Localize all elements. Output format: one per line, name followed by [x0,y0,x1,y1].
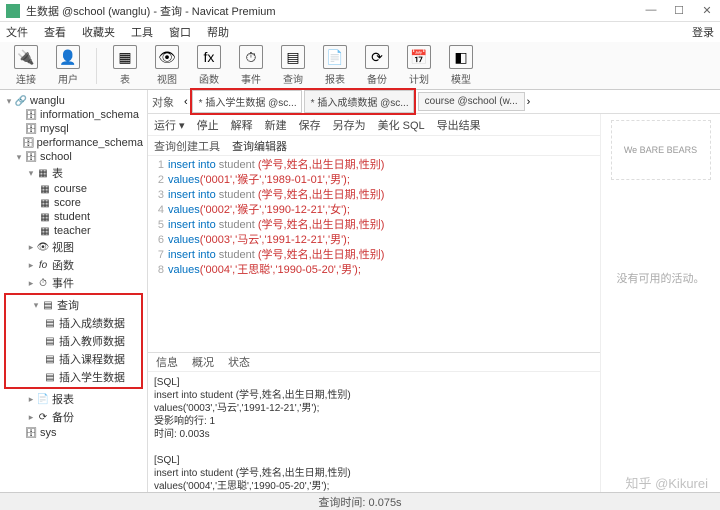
tree-query-item[interactable]: ▤插入成绩数据 [7,314,140,332]
no-activity-label: 没有可用的活动。 [617,270,705,286]
maximize-button[interactable]: ☐ [672,4,686,17]
app-icon [6,4,20,18]
query-toolbar: 运行 ▾ 停止解释新建保存另存为美化 SQL 导出结果 [148,114,600,136]
tool-计划[interactable]: 📅计划 [401,45,437,86]
tree-db[interactable]: 🗄information_schema [2,108,145,122]
tab-info[interactable]: 信息 [156,354,178,370]
menu-favorites[interactable]: 收藏夹 [82,24,115,40]
highlight-tabs: * 插入学生数据 @sc... * 插入成绩数据 @sc... [190,88,416,115]
tree-query-item[interactable]: ▤插入学生数据 [7,368,140,386]
main-toolbar: 🔌连接👤用户 ▦表👁视图fx函数⏱事件▤查询📄报表⟳备份📅计划◧模型 [0,42,720,90]
tool-查询[interactable]: ▤查询 [275,45,311,86]
content-area: 对象 ‹ * 插入学生数据 @sc... * 插入成绩数据 @sc... cou… [148,90,720,492]
activity-panel: We BARE BEARS 没有可用的活动。 [600,114,720,492]
action-运行 ▾[interactable]: 运行 ▾ [154,117,185,133]
tool-函数[interactable]: fx函数 [191,45,227,86]
menu-file[interactable]: 文件 [6,24,28,40]
tab-insert-student[interactable]: * 插入学生数据 @sc... [192,90,302,113]
editor-tabbar: 对象 ‹ * 插入学生数据 @sc... * 插入成绩数据 @sc... cou… [148,90,720,114]
sql-editor[interactable]: 12345678 insert into student (学号,姓名,出生日期… [148,156,600,352]
tool-模型[interactable]: ◧模型 [443,45,479,86]
action-解释[interactable]: 解释 [231,117,253,133]
sidebar-tree[interactable]: ▾🔗wanglu 🗄information_schema 🗄mysql 🗄per… [0,90,148,492]
tool-事件[interactable]: ⏱事件 [233,45,269,86]
menu-tools[interactable]: 工具 [131,24,153,40]
tab-insert-score[interactable]: * 插入成绩数据 @sc... [304,90,414,113]
tab-nav-right[interactable]: › [527,96,531,108]
code-area[interactable]: insert into student (学号,姓名,出生日期,性别)value… [168,158,600,350]
statusbar: 查询时间: 0.075s [0,492,720,510]
tab-status[interactable]: 状态 [228,354,250,370]
action-停止[interactable]: 停止 [197,117,219,133]
output-panel[interactable]: [SQL]insert into student (学号,姓名,出生日期,性别)… [148,372,600,492]
close-button[interactable]: ✕ [700,4,714,17]
tree-tables-node[interactable]: ▾▦表 [2,164,145,182]
watermark: 知乎 @Kikurei [625,473,708,492]
tree-functions-node[interactable]: ▸fo函数 [2,256,145,274]
tab-course[interactable]: course @school (w... [418,92,525,111]
tree-table[interactable]: ▦teacher [2,224,145,238]
action-保存[interactable]: 保存 [299,117,321,133]
query-subtabs: 查询创建工具 查询编辑器 [148,136,600,156]
tree-backups-node[interactable]: ▸⟳备份 [2,408,145,426]
tool-备份[interactable]: ⟳备份 [359,45,395,86]
tree-query-item[interactable]: ▤插入课程数据 [7,350,140,368]
subtab-editor[interactable]: 查询编辑器 [232,138,287,154]
menu-help[interactable]: 帮助 [207,24,229,40]
menu-window[interactable]: 窗口 [169,24,191,40]
action-新建[interactable]: 新建 [265,117,287,133]
tab-profile[interactable]: 概况 [192,354,214,370]
tree-reports-node[interactable]: ▸📄报表 [2,390,145,408]
login-link[interactable]: 登录 [692,24,714,40]
tree-db[interactable]: 🗄mysql [2,122,145,136]
action-导出结果[interactable]: 导出结果 [437,117,481,133]
tree-db-sys[interactable]: 🗄sys [2,426,145,440]
subtab-builder[interactable]: 查询创建工具 [154,138,220,154]
query-time: 查询时间: 0.075s [318,494,401,510]
highlight-queries: ▾▤查询 ▤插入成绩数据 ▤插入教师数据 ▤插入课程数据 ▤插入学生数据 [4,293,143,389]
line-gutter: 12345678 [148,158,168,350]
tree-events-node[interactable]: ▸⏱事件 [2,274,145,292]
bears-image: We BARE BEARS [611,120,711,180]
tool-表[interactable]: ▦表 [107,45,143,86]
tree-query-item[interactable]: ▤插入教师数据 [7,332,140,350]
menubar: 文件 查看 收藏夹 工具 窗口 帮助 登录 [0,22,720,42]
tool-视图[interactable]: 👁视图 [149,45,185,86]
tree-views-node[interactable]: ▸👁视图 [2,238,145,256]
action-另存为[interactable]: 另存为 [333,117,366,133]
tree-connection[interactable]: ▾🔗wanglu [2,94,145,108]
object-label[interactable]: 对象 [152,94,174,110]
tree-queries-node[interactable]: ▾▤查询 [7,296,140,314]
result-tabs: 信息 概况 状态 [148,352,600,372]
window-title: 生数据 @school (wanglu) - 查询 - Navicat Prem… [26,3,644,19]
tree-db-school[interactable]: ▾🗄school [2,150,145,164]
tree-table[interactable]: ▦course [2,182,145,196]
action-美化 SQL[interactable]: 美化 SQL [378,117,425,133]
minimize-button[interactable]: — [644,4,658,17]
tool-连接[interactable]: 🔌连接 [8,45,44,86]
tree-table[interactable]: ▦student [2,210,145,224]
menu-view[interactable]: 查看 [44,24,66,40]
tab-nav-left[interactable]: ‹ [184,96,188,108]
titlebar: 生数据 @school (wanglu) - 查询 - Navicat Prem… [0,0,720,22]
tree-table[interactable]: ▦score [2,196,145,210]
tool-报表[interactable]: 📄报表 [317,45,353,86]
tree-db[interactable]: 🗄performance_schema [2,136,145,150]
tool-用户[interactable]: 👤用户 [50,45,86,86]
